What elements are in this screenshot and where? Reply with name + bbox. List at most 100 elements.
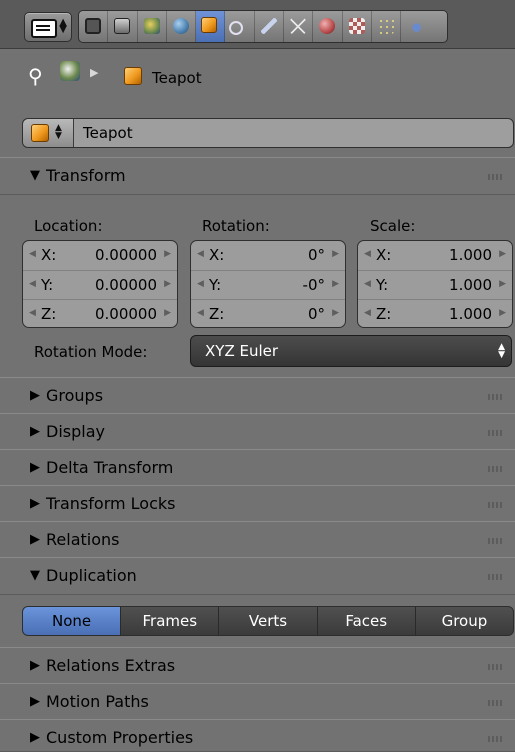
object-name-field[interactable]: ▲ ▼ Teapot [22, 118, 514, 148]
drag-grip-icon[interactable] [488, 430, 502, 436]
location-y-field[interactable]: ◀ Y: 0.00000 ▶ [23, 271, 177, 301]
rotation-x-value: 0° [307, 246, 325, 264]
panel-title: Relations Extras [46, 656, 176, 675]
tab-modifiers[interactable] [255, 11, 285, 42]
drag-grip-icon[interactable] [488, 502, 502, 508]
panel-header-transform[interactable]: ▼ Transform [0, 157, 515, 195]
tab-world[interactable] [167, 11, 197, 42]
tab-constraints[interactable] [225, 11, 255, 42]
object-name-value: Teapot [83, 124, 133, 142]
panel-header-transform-locks[interactable]: ▶ Transform Locks [0, 485, 515, 523]
panel-header-relations[interactable]: ▶ Relations [0, 521, 515, 559]
drag-grip-icon[interactable] [488, 700, 502, 706]
decrement-arrow-icon[interactable]: ◀ [364, 308, 371, 318]
decrement-arrow-icon[interactable]: ◀ [197, 279, 204, 289]
location-z-field[interactable]: ◀ Z: 0.00000 ▶ [23, 300, 177, 327]
tab-render-layers[interactable] [108, 11, 138, 42]
panel-header-relations-extras[interactable]: ▶ Relations Extras [0, 647, 515, 685]
dup-option-none[interactable]: None [23, 607, 122, 635]
dup-option-faces[interactable]: Faces [318, 607, 416, 635]
expand-arrow-icon: ▶ [30, 532, 40, 547]
collapse-arrow-icon: ▼ [30, 568, 40, 583]
increment-arrow-icon[interactable]: ▶ [332, 249, 339, 259]
panel-header-display[interactable]: ▶ Display [0, 413, 515, 451]
panel-header-groups[interactable]: ▶ Groups [0, 377, 515, 415]
tab-object[interactable] [196, 11, 226, 42]
context-tabs [78, 10, 448, 43]
location-label: Location: [34, 217, 103, 235]
drag-grip-icon[interactable] [488, 174, 502, 180]
object-type-selector[interactable]: ▲ ▼ [23, 119, 74, 147]
panel-title: Delta Transform [46, 458, 174, 477]
dup-option-frames[interactable]: Frames [121, 607, 220, 635]
rotation-z-field[interactable]: ◀ Z: 0° ▶ [191, 300, 345, 327]
panel-title: Transform [46, 166, 126, 185]
decrement-arrow-icon[interactable]: ◀ [29, 249, 36, 259]
tab-physics[interactable] [401, 11, 429, 42]
axis-label: Z: [209, 305, 225, 324]
pin-icon[interactable]: ⚲ [28, 64, 43, 88]
decrement-arrow-icon[interactable]: ◀ [197, 308, 204, 318]
duplication-mode-selector: None Frames Verts Faces Group [22, 606, 514, 636]
tab-texture[interactable] [343, 11, 372, 42]
drag-grip-icon[interactable] [488, 538, 502, 544]
editor-type-button[interactable]: ▲ ▼ [24, 12, 72, 42]
object-icon [31, 124, 49, 142]
increment-arrow-icon[interactable]: ▶ [332, 308, 339, 318]
properties-editor: ▲ ▼ ⚲ ▶ Teapot ▲ ▼ Teapot ▼ Transform Lo… [0, 0, 515, 752]
material-icon [319, 18, 336, 34]
increment-arrow-icon[interactable]: ▶ [499, 308, 506, 318]
location-x-field[interactable]: ◀ X: 0.00000 ▶ [23, 241, 177, 271]
drag-grip-icon[interactable] [488, 574, 502, 580]
texture-icon [348, 18, 365, 34]
tab-render[interactable] [79, 11, 109, 42]
increment-arrow-icon[interactable]: ▶ [164, 308, 171, 318]
tab-scene[interactable] [138, 11, 167, 42]
tab-material[interactable] [313, 11, 343, 42]
panel-title: Display [46, 422, 105, 441]
particles-icon [377, 18, 394, 34]
properties-editor-icon [31, 19, 57, 38]
axis-label: Z: [41, 305, 57, 324]
tab-particles[interactable] [372, 11, 402, 42]
location-x-value: 0.00000 [94, 246, 157, 264]
increment-arrow-icon[interactable]: ▶ [499, 249, 506, 259]
scale-x-field[interactable]: ◀ X: 1.000 ▶ [358, 241, 512, 271]
dup-option-group[interactable]: Group [416, 607, 513, 635]
tab-data[interactable] [284, 11, 314, 42]
panel-header-delta-transform[interactable]: ▶ Delta Transform [0, 449, 515, 487]
drag-grip-icon[interactable] [488, 394, 502, 400]
panel-header-duplication[interactable]: ▼ Duplication [0, 557, 515, 595]
axis-label: Y: [376, 275, 389, 294]
rotation-y-field[interactable]: ◀ Y: -0° ▶ [191, 271, 345, 301]
increment-arrow-icon[interactable]: ▶ [332, 279, 339, 289]
scale-z-field[interactable]: ◀ Z: 1.000 ▶ [358, 300, 512, 327]
panel-title: Custom Properties [46, 728, 194, 747]
panel-header-motion-paths[interactable]: ▶ Motion Paths [0, 683, 515, 721]
rotation-mode-dropdown[interactable]: XYZ Euler ▲ ▼ [190, 335, 512, 367]
axis-label: X: [41, 246, 57, 264]
drag-grip-icon[interactable] [488, 664, 502, 670]
panel-title: Duplication [46, 566, 137, 585]
increment-arrow-icon[interactable]: ▶ [499, 279, 506, 289]
dup-option-verts[interactable]: Verts [219, 607, 318, 635]
increment-arrow-icon[interactable]: ▶ [164, 249, 171, 259]
scene-icon [60, 61, 80, 81]
decrement-arrow-icon[interactable]: ◀ [29, 279, 36, 289]
decrement-arrow-icon[interactable]: ◀ [364, 279, 371, 289]
panel-header-custom-properties[interactable]: ▶ Custom Properties [0, 719, 515, 752]
decrement-arrow-icon[interactable]: ◀ [197, 249, 204, 259]
drag-grip-icon[interactable] [488, 736, 502, 742]
decrement-arrow-icon[interactable]: ◀ [364, 249, 371, 259]
expand-arrow-icon: ▶ [30, 424, 40, 439]
expand-arrow-icon: ▶ [30, 730, 40, 745]
rotation-x-field[interactable]: ◀ X: 0° ▶ [191, 241, 345, 271]
up-down-arrows-icon: ▲ ▼ [498, 342, 505, 360]
scale-y-field[interactable]: ◀ Y: 1.000 ▶ [358, 271, 512, 301]
up-down-arrows-icon: ▲ ▼ [59, 17, 67, 35]
increment-arrow-icon[interactable]: ▶ [164, 279, 171, 289]
panel-title: Relations [46, 530, 120, 549]
drag-grip-icon[interactable] [488, 466, 502, 472]
decrement-arrow-icon[interactable]: ◀ [29, 308, 36, 318]
axis-label: Y: [209, 275, 222, 294]
